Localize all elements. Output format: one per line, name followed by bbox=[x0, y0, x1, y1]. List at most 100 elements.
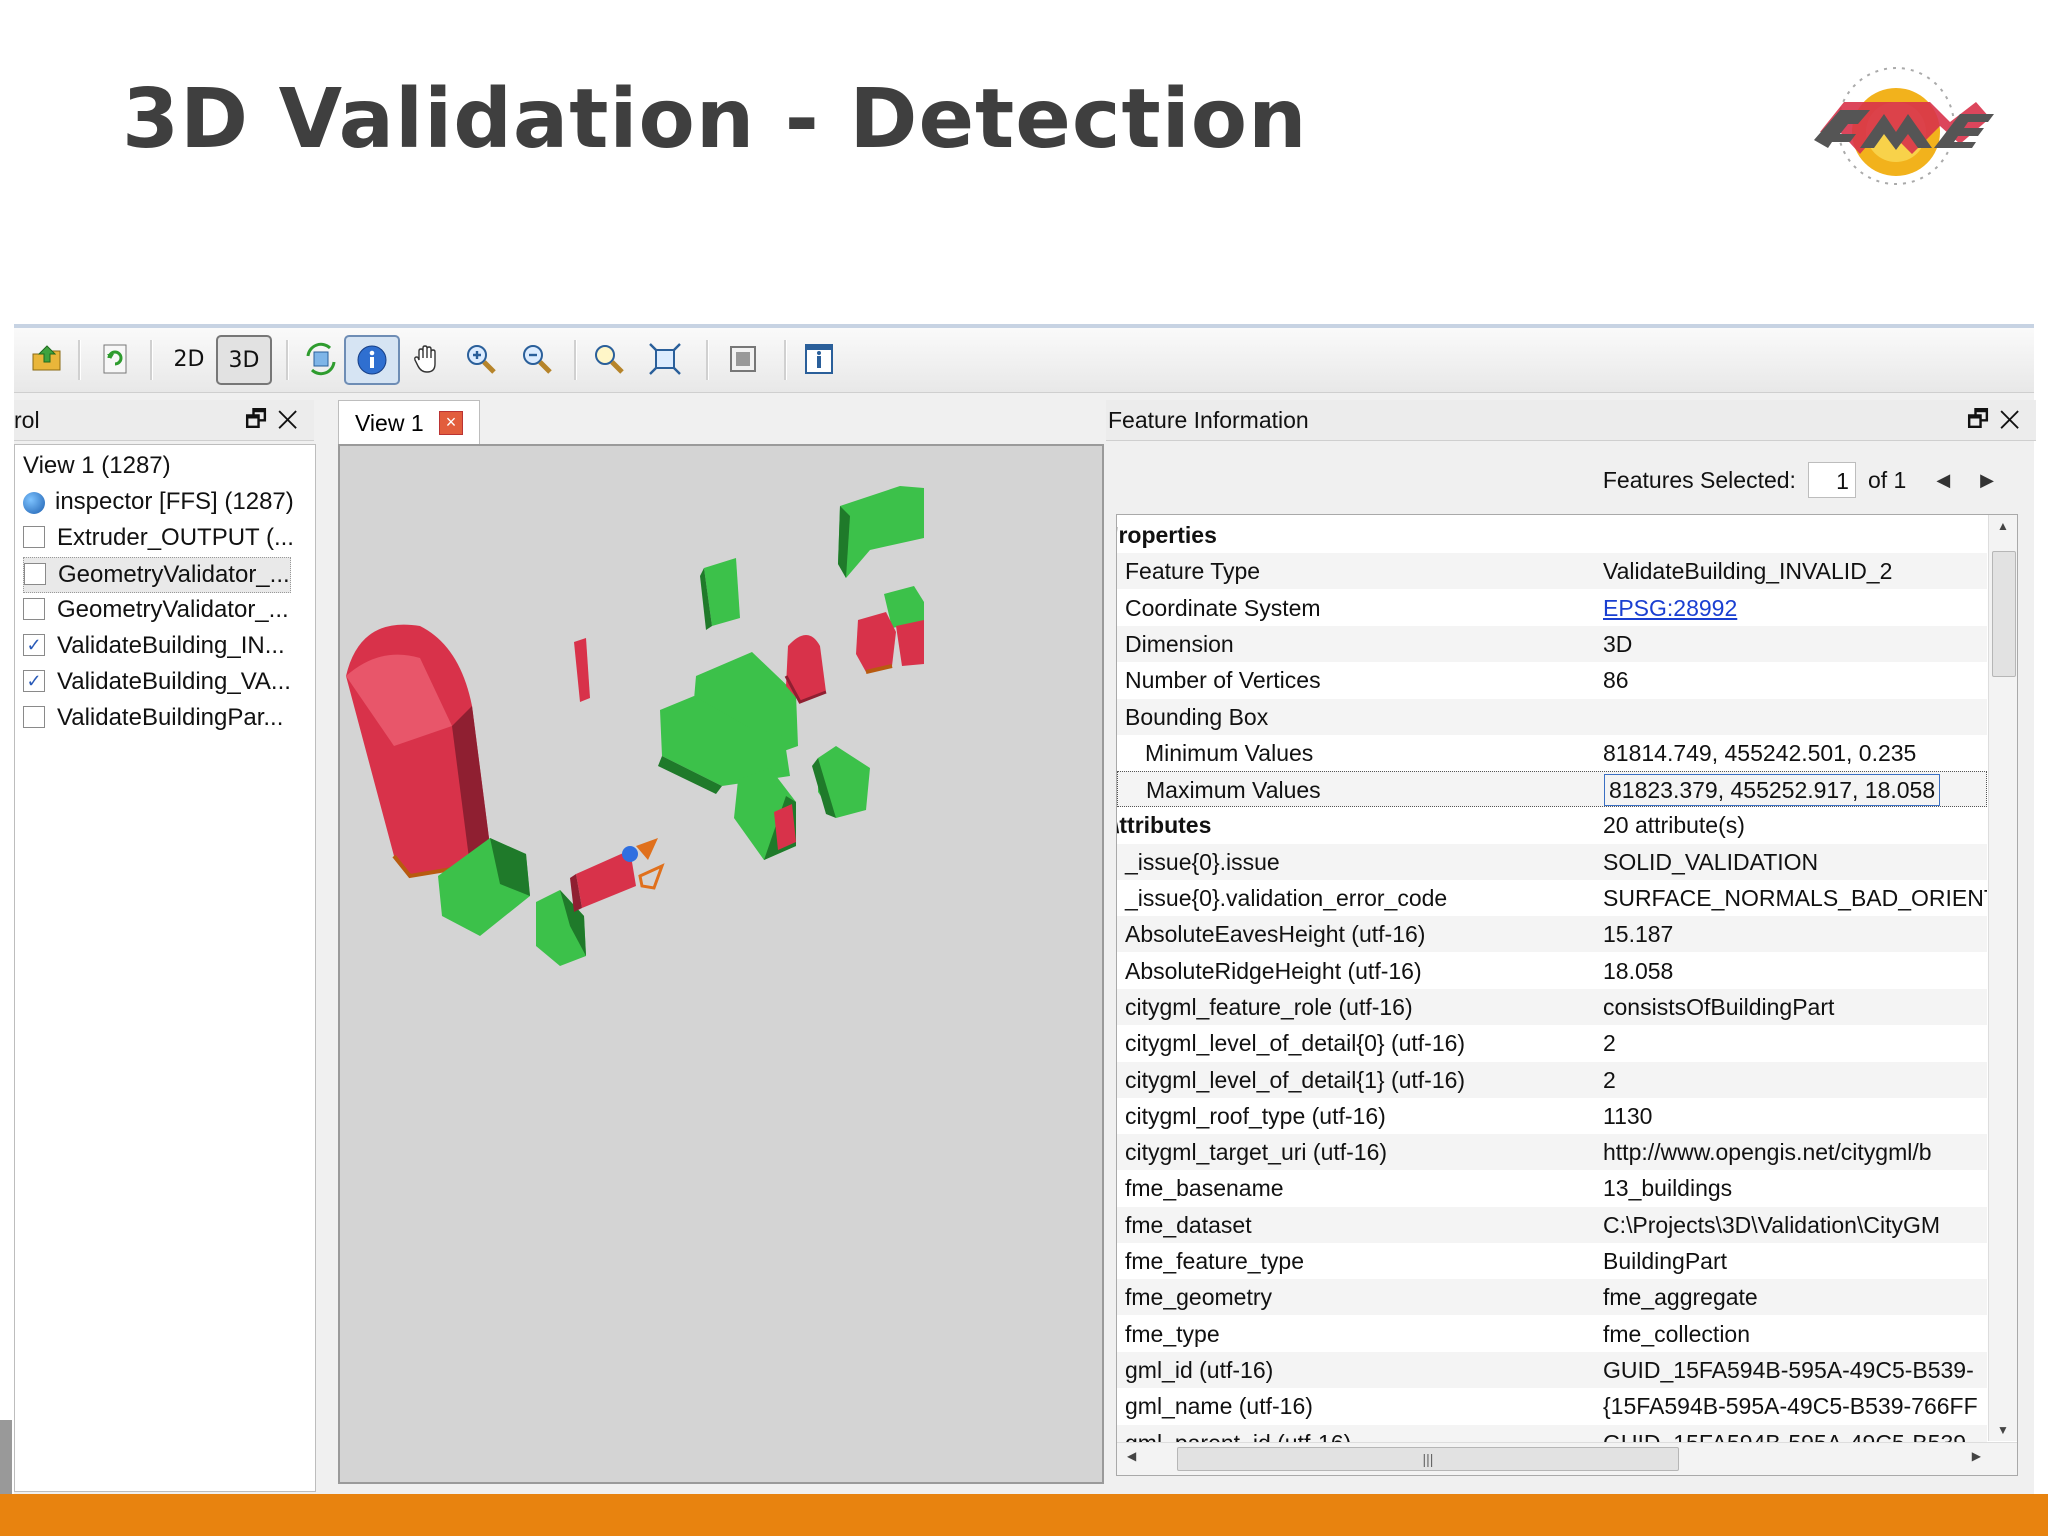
section-header-row[interactable]: \ttributes 20 attribute(s) bbox=[1117, 807, 1987, 843]
feature-index-field[interactable]: 1 bbox=[1807, 462, 1856, 498]
feature-count-label: of 1 bbox=[1867, 466, 1907, 493]
fme-logo bbox=[1814, 67, 1994, 185]
property-row[interactable]: citygml_feature_role (utf-16) consistsOfB… bbox=[1117, 988, 1987, 1025]
orbit-icon[interactable] bbox=[300, 338, 342, 380]
tree-item-layer[interactable]: ValidateBuildingPar... bbox=[23, 701, 283, 735]
horizontal-scrollbar[interactable]: ◀ ||| ▶ bbox=[1117, 1442, 2017, 1475]
tree-item-layer[interactable]: Extruder_OUTPUT (... bbox=[23, 521, 294, 555]
panel-window-buttons[interactable]: 🗗✕ bbox=[245, 400, 308, 440]
feature-info-panel-icon[interactable] bbox=[798, 338, 840, 380]
property-value: 18.058 bbox=[1603, 957, 1674, 984]
tree-item-inspector[interactable]: inspector [FFS] (1287) bbox=[23, 485, 294, 519]
tree-item-layer[interactable]: ✓ ValidateBuilding_VA... bbox=[23, 665, 291, 699]
tree-item-layer[interactable]: GeometryValidator_... bbox=[23, 593, 289, 627]
property-row[interactable]: Coordinate System EPSG:28992 bbox=[1117, 590, 1987, 626]
scroll-thumb[interactable] bbox=[1992, 551, 2016, 677]
property-row[interactable]: Maximum Values 81823.379, 455252.917, 18.… bbox=[1117, 771, 1987, 808]
property-value: SOLID_VALIDATION bbox=[1603, 848, 1819, 875]
coordinate-system-link[interactable]: EPSG:28992 bbox=[1603, 590, 1737, 626]
tree-item-layer[interactable]: GeometryValidator_... bbox=[23, 557, 291, 593]
view-area: View 1 × bbox=[324, 400, 1104, 1490]
tree-item-layer[interactable]: ✓ ValidateBuilding_IN... bbox=[23, 629, 285, 663]
property-row[interactable]: fme_feature_type BuildingPart bbox=[1117, 1243, 1987, 1279]
property-row[interactable]: _issue{0}.validation_error_code SURFACE_N… bbox=[1117, 880, 1987, 916]
tree-item-label: ValidateBuildingPar... bbox=[57, 704, 284, 731]
scroll-left-icon[interactable]: ◀ bbox=[1127, 1449, 1136, 1463]
feature-properties-table: 'roperties Feature Type ValidateBuilding_I… bbox=[1116, 514, 2018, 1476]
property-name: citygml_feature_role (utf-16) bbox=[1125, 993, 1413, 1020]
property-row[interactable]: fme_dataset C:\Projects\3D\Validation\Cit… bbox=[1117, 1206, 1987, 1243]
scroll-right-icon[interactable]: ▶ bbox=[1972, 1449, 1981, 1463]
property-row[interactable]: Number of Vertices 86 bbox=[1117, 662, 1987, 698]
property-name: fme_basename bbox=[1125, 1175, 1284, 1202]
zoom-in-icon[interactable] bbox=[460, 338, 502, 380]
property-name: citygml_roof_type (utf-16) bbox=[1125, 1102, 1386, 1129]
property-name: AbsoluteEavesHeight (utf-16) bbox=[1125, 921, 1426, 948]
close-icon[interactable]: × bbox=[439, 411, 463, 435]
toolbar: 2D 3D bbox=[14, 328, 2034, 393]
property-row[interactable]: citygml_level_of_detail{0} (utf-16) 2 bbox=[1117, 1025, 1987, 1061]
pan-hand-icon[interactable] bbox=[406, 338, 448, 380]
layer-tree: View 1 (1287) inspector [FFS] (1287) Ext… bbox=[14, 444, 316, 1492]
next-feature-icon[interactable]: ▶ bbox=[1980, 470, 1994, 491]
property-row[interactable]: AbsoluteRidgeHeight (utf-16) 18.058 bbox=[1117, 953, 1987, 989]
property-row[interactable]: AbsoluteEavesHeight (utf-16) 15.187 bbox=[1117, 916, 1987, 953]
vertical-scrollbar[interactable]: ▲ ▼ bbox=[1988, 515, 2017, 1441]
property-name: Dimension bbox=[1125, 630, 1234, 657]
property-value: GUID_15FA594B-595A-49C5-B539- bbox=[1603, 1356, 1974, 1383]
property-row[interactable]: fme_basename 13_buildings bbox=[1117, 1170, 1987, 1206]
property-name: fme_type bbox=[1125, 1320, 1220, 1347]
property-name: gml_name (utf-16) bbox=[1125, 1393, 1313, 1420]
property-row[interactable]: Dimension 3D bbox=[1117, 625, 1987, 662]
property-row[interactable]: citygml_target_uri (utf-16) http://www.op… bbox=[1117, 1134, 1987, 1171]
property-name: gml_id (utf-16) bbox=[1125, 1356, 1274, 1383]
scroll-down-icon[interactable]: ▼ bbox=[1997, 1423, 2009, 1437]
property-name: Maximum Values bbox=[1146, 777, 1321, 804]
refresh-icon[interactable] bbox=[94, 338, 136, 380]
globe-icon bbox=[23, 491, 45, 514]
zoom-selection-icon[interactable] bbox=[588, 338, 630, 380]
3d-scene[interactable] bbox=[340, 446, 1102, 1482]
panel-window-buttons[interactable]: 🗗✕ bbox=[1967, 400, 2030, 440]
tree-item-view[interactable]: View 1 (1287) bbox=[23, 449, 171, 483]
view-3d-button[interactable]: 3D bbox=[216, 335, 272, 385]
scroll-up-icon[interactable]: ▲ bbox=[1997, 519, 2009, 533]
property-value: 3D bbox=[1603, 630, 1633, 657]
layer-checkbox[interactable] bbox=[23, 525, 45, 548]
layer-checkbox-checked[interactable]: ✓ bbox=[23, 669, 45, 692]
layer-checkbox-checked[interactable]: ✓ bbox=[23, 633, 45, 656]
previous-feature-icon[interactable]: ◀ bbox=[1936, 470, 1950, 491]
property-row[interactable]: Minimum Values 81814.749, 455242.501, 0.2… bbox=[1117, 735, 1987, 771]
property-row[interactable]: citygml_level_of_detail{1} (utf-16) 2 bbox=[1117, 1061, 1987, 1098]
property-row[interactable]: citygml_roof_type (utf-16) 1130 bbox=[1117, 1098, 1987, 1134]
property-row[interactable]: _issue{0}.issue SOLID_VALIDATION bbox=[1117, 843, 1987, 880]
layer-checkbox[interactable] bbox=[24, 562, 46, 585]
property-row[interactable]: Bounding Box bbox=[1117, 698, 1987, 735]
background-color-icon[interactable] bbox=[722, 338, 764, 380]
layer-checkbox[interactable] bbox=[23, 705, 45, 728]
property-row[interactable]: fme_type fme_collection bbox=[1117, 1316, 1987, 1352]
section-header-row[interactable]: 'roperties bbox=[1117, 517, 1987, 553]
property-name: citygml_level_of_detail{0} (utf-16) bbox=[1125, 1030, 1466, 1057]
property-value: 13_buildings bbox=[1603, 1175, 1733, 1202]
property-row[interactable]: gml_name (utf-16) {15FA594B-595A-49C5-B53… bbox=[1117, 1388, 1987, 1424]
layer-checkbox[interactable] bbox=[23, 597, 45, 620]
tree-item-label: View 1 (1287) bbox=[23, 452, 171, 479]
scroll-thumb[interactable]: ||| bbox=[1177, 1447, 1679, 1471]
tab-view-1[interactable]: View 1 × bbox=[338, 400, 480, 444]
property-name: fme_dataset bbox=[1125, 1211, 1252, 1238]
property-row[interactable]: gml_id (utf-16) GUID_15FA594B-595A-49C5-B… bbox=[1117, 1351, 1987, 1388]
zoom-extents-icon[interactable] bbox=[644, 338, 686, 380]
tree-item-label: GeometryValidator_... bbox=[58, 561, 290, 588]
display-control-panel: rol 🗗✕ View 1 (1287) inspector [FFS] (12… bbox=[14, 400, 316, 1492]
display-control-title: rol bbox=[14, 407, 40, 433]
view-2d-button[interactable]: 2D bbox=[168, 338, 210, 380]
property-value: ValidateBuilding_INVALID_2 bbox=[1603, 558, 1893, 585]
slide-title: 3D Validation - Detection bbox=[122, 72, 1308, 167]
info-icon[interactable] bbox=[344, 335, 400, 385]
3d-view-canvas[interactable] bbox=[338, 444, 1104, 1484]
property-row[interactable]: Feature Type ValidateBuilding_INVALID_2 bbox=[1117, 553, 1987, 590]
property-row[interactable]: fme_geometry fme_aggregate bbox=[1117, 1279, 1987, 1316]
zoom-out-icon[interactable] bbox=[516, 338, 558, 380]
open-folder-icon[interactable] bbox=[26, 338, 68, 380]
